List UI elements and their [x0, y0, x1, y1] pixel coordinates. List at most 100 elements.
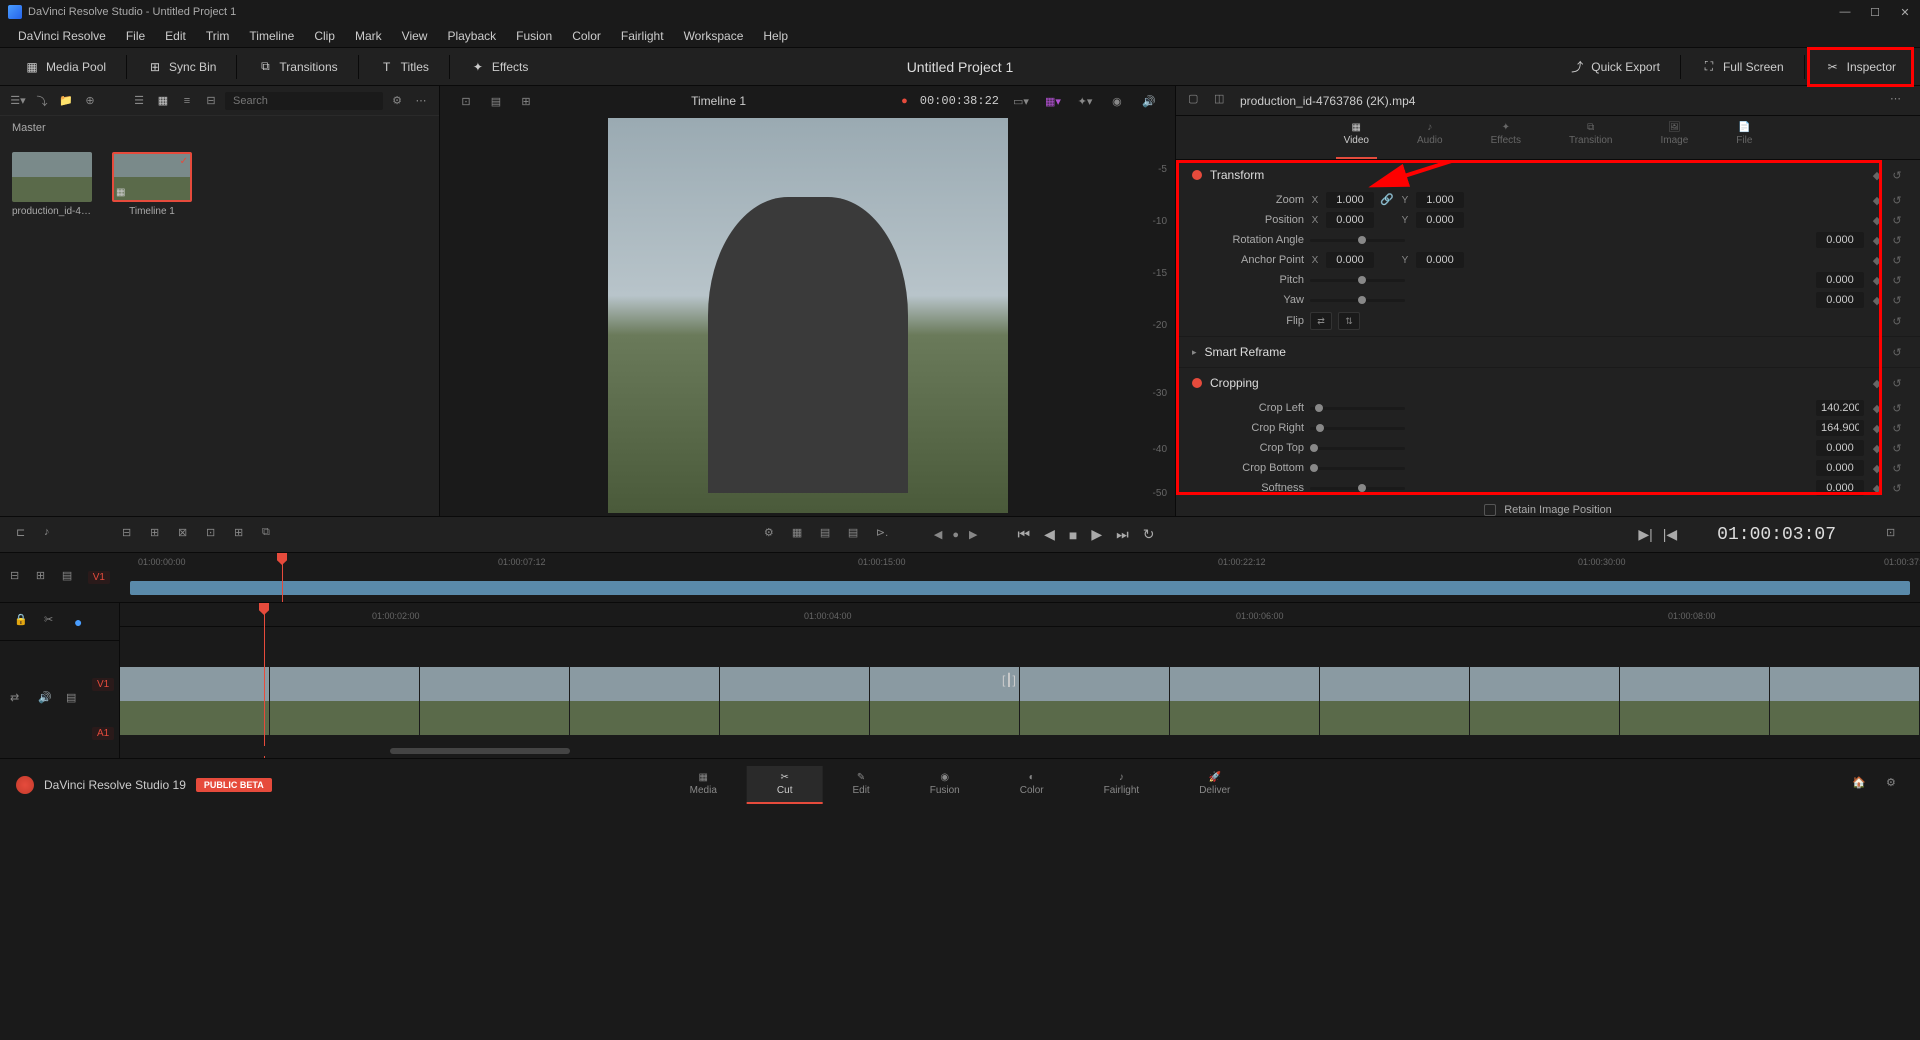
tl-tool2-icon[interactable]: ♪	[44, 526, 62, 544]
menu-file[interactable]: File	[116, 29, 155, 43]
stop-button[interactable]: ■	[1069, 527, 1077, 543]
flip-v-button[interactable]: ⇅	[1338, 312, 1360, 330]
view-thumb-icon[interactable]: ▦	[153, 91, 173, 111]
flip-h-button[interactable]: ⇄	[1310, 312, 1332, 330]
tl-close-icon[interactable]: ⊡	[206, 526, 224, 544]
viewer-mode-icon[interactable]: ⊡	[456, 91, 476, 111]
quick-export-button[interactable]: ⤴ Quick Export	[1557, 53, 1672, 81]
menu-fairlight[interactable]: Fairlight	[611, 29, 674, 43]
crop-top-input[interactable]	[1816, 440, 1864, 456]
crop-left-input[interactable]	[1816, 400, 1864, 416]
transform-header[interactable]: Transform ◆↺	[1176, 160, 1920, 190]
new-timeline-icon[interactable]: ⊕	[80, 91, 100, 111]
page-cut[interactable]: ✂Cut	[747, 766, 823, 804]
mini-tool3-icon[interactable]: ▤	[62, 569, 80, 587]
page-deliver[interactable]: 🚀Deliver	[1169, 766, 1260, 804]
link-icon[interactable]: 🔗	[1380, 193, 1394, 207]
tab-image[interactable]: 🖼Image	[1653, 122, 1697, 159]
cropping-toggle[interactable]	[1192, 378, 1202, 388]
go-out-button[interactable]: |◀	[1663, 526, 1677, 543]
transform-toggle[interactable]	[1192, 170, 1202, 180]
settings-icon[interactable]: ⚙	[1886, 776, 1904, 794]
tab-effects[interactable]: ✦Effects	[1483, 122, 1529, 159]
view-meta-icon[interactable]: ⊟	[201, 91, 221, 111]
edit-point-icon[interactable]: ●	[952, 529, 959, 541]
master-bin-label[interactable]: Master	[0, 116, 439, 140]
anchor-y-input[interactable]	[1416, 252, 1464, 268]
crop-top-slider[interactable]	[1310, 447, 1405, 450]
retain-checkbox[interactable]	[1484, 504, 1496, 516]
softness-input[interactable]	[1816, 480, 1864, 496]
reset-icon[interactable]: ↺	[1890, 168, 1904, 182]
timeline-timecode[interactable]: 01:00:03:07	[1717, 525, 1836, 545]
menu-clip[interactable]: Clip	[304, 29, 345, 43]
go-start-button[interactable]: ⏮	[1017, 526, 1030, 543]
import-icon[interactable]: ⤵	[32, 91, 52, 111]
pitch-input[interactable]	[1816, 272, 1864, 288]
viewer-video[interactable]	[608, 118, 1008, 513]
crop-bottom-input[interactable]	[1816, 460, 1864, 476]
menu-trim[interactable]: Trim	[196, 29, 240, 43]
viewer-audio-icon[interactable]: 🔊	[1139, 91, 1159, 111]
tl-tool1-icon[interactable]: ⊏	[16, 526, 34, 544]
v1-label[interactable]: V1	[92, 678, 114, 691]
close-button[interactable]: ✕	[1898, 5, 1912, 19]
inspector-button[interactable]: ✂ Inspector	[1813, 53, 1908, 81]
page-color[interactable]: ◐Color	[990, 766, 1074, 804]
viewer-opt1-icon[interactable]: ▭▾	[1011, 91, 1031, 111]
media-pool-button[interactable]: ▦ Media Pool	[12, 53, 118, 81]
play-button[interactable]: ▶	[1091, 526, 1102, 543]
kf-diamond-icon[interactable]: ◆	[1870, 168, 1884, 182]
sort-icon[interactable]: ⚙	[387, 91, 407, 111]
titles-button[interactable]: T Titles	[367, 53, 441, 81]
tab-video[interactable]: ▦Video	[1336, 122, 1377, 159]
timeline-scrollbar[interactable]	[120, 746, 1920, 756]
tl-opt3-icon[interactable]: ▤	[820, 526, 838, 544]
main-playhead[interactable]	[264, 603, 265, 758]
viewer-opt2-icon[interactable]: ▦▾	[1043, 91, 1063, 111]
mini-clip-bar[interactable]	[130, 581, 1910, 595]
menu-fusion[interactable]: Fusion	[506, 29, 562, 43]
insp-single-icon[interactable]: ▢	[1188, 92, 1206, 110]
rotation-slider[interactable]	[1310, 239, 1405, 242]
crop-right-slider[interactable]	[1310, 427, 1405, 430]
smart-reframe-header[interactable]: ▸ Smart Reframe ↺	[1176, 337, 1920, 367]
tl-view-icon[interactable]: ▤	[66, 691, 84, 709]
prev-edit-icon[interactable]: ◀	[934, 528, 942, 541]
rotation-input[interactable]	[1816, 232, 1864, 248]
full-screen-button[interactable]: ⛶ Full Screen	[1689, 53, 1796, 81]
menu-view[interactable]: View	[392, 29, 438, 43]
go-end-button[interactable]: ▶|	[1638, 526, 1652, 543]
page-fairlight[interactable]: ♪Fairlight	[1074, 766, 1170, 804]
folder-icon[interactable]: 📁	[56, 91, 76, 111]
insp-menu-icon[interactable]: ⋯	[1890, 92, 1908, 110]
mini-playhead[interactable]	[282, 553, 283, 602]
pos-y-input[interactable]	[1416, 212, 1464, 228]
pitch-slider[interactable]	[1310, 279, 1405, 282]
page-media[interactable]: ▦Media	[660, 766, 747, 804]
tl-ripple-icon[interactable]: ⊠	[178, 526, 196, 544]
mini-ruler[interactable]: 01:00:00:00 01:00:07:12 01:00:15:00 01:0…	[120, 553, 1920, 602]
tab-transition[interactable]: ⧉Transition	[1561, 122, 1621, 159]
search-input[interactable]	[225, 92, 383, 110]
menu-timeline[interactable]: Timeline	[239, 29, 304, 43]
v1-mini-label[interactable]: V1	[88, 571, 110, 584]
next-edit-icon[interactable]: ▶	[969, 528, 977, 541]
insp-dual-icon[interactable]: ◫	[1214, 92, 1232, 110]
sync-bin-button[interactable]: ⊞ Sync Bin	[135, 53, 228, 81]
prev-frame-button[interactable]: ◀	[1044, 526, 1055, 543]
softness-slider[interactable]	[1310, 487, 1405, 490]
menu-davinci[interactable]: DaVinci Resolve	[8, 29, 116, 43]
tl-lock-icon[interactable]: 🔒	[14, 613, 32, 631]
tab-audio[interactable]: ♪Audio	[1409, 122, 1451, 159]
minimize-button[interactable]: —	[1838, 5, 1852, 19]
tl-marker-icon[interactable]: ●	[74, 614, 82, 630]
transitions-button[interactable]: ⧉ Transitions	[245, 53, 349, 81]
menu-color[interactable]: Color	[562, 29, 611, 43]
tl-src-icon[interactable]: ⧉	[262, 526, 280, 544]
anchor-x-input[interactable]	[1326, 252, 1374, 268]
media-thumb-timeline[interactable]: ✓▦ Timeline 1	[112, 152, 192, 217]
viewer-safe-icon[interactable]: ▤	[486, 91, 506, 111]
zoom-y-input[interactable]	[1416, 192, 1464, 208]
menu-playback[interactable]: Playback	[437, 29, 506, 43]
